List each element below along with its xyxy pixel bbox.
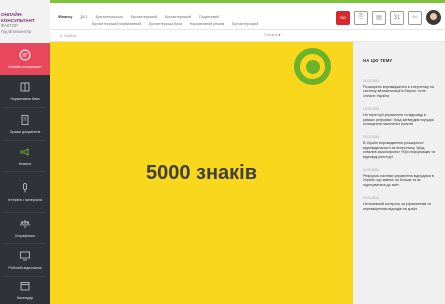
sidebar-item-document-samples[interactable]: Зразки документів <box>0 108 50 140</box>
sidebar-item-normative-base[interactable]: Нормативна база <box>0 75 50 107</box>
tab-item[interactable]: Бухгалтерський <box>232 22 258 26</box>
copy-icon[interactable]: ⎘ <box>354 10 368 25</box>
sidebar-item-label: Онлайн-консультант <box>7 64 43 69</box>
document-list-icon[interactable]: ▤ <box>372 10 386 25</box>
tab-item[interactable]: Податковий <box>199 15 219 19</box>
sidebar-item-work-rest[interactable]: Робочий відпочинок <box>0 244 50 276</box>
sidebar-item-label: Інтерв’ю і матеріали <box>8 197 42 202</box>
accent-line <box>50 0 445 3</box>
scissors-icon[interactable]: ✄ <box>408 10 422 25</box>
news-item[interactable]: 12.03.2024 В Україні впровадження розшир… <box>363 135 437 159</box>
sidebar-item-label: Робочий відпочинок <box>8 265 42 270</box>
sidebar-item-label: Штрафники <box>15 233 35 238</box>
related-news-panel: НА ЦЮ ТЕМУ 14.03.2024 Розширено впровадж… <box>353 42 445 304</box>
news-text: Реформа системи управління відходами в У… <box>363 174 434 187</box>
news-text: Неналежний контроль за утриманням та пер… <box>363 202 431 211</box>
search-bar: ⌕ Знайти Головна ▾ <box>50 30 445 42</box>
tab-item[interactable]: Нормативний режим <box>190 22 224 26</box>
sidebar-item-calendar[interactable]: Календар <box>0 277 50 304</box>
sidebar-item-news[interactable]: Новини <box>0 141 50 171</box>
tab-bar: Фінансу Дії 1 Бухгалтерського Бухгалтерс… <box>58 14 258 26</box>
sidebar-item-fines[interactable]: Штрафники <box>0 213 50 243</box>
toolbar-icons: CO ⎘ ▤ 31 ✄ <box>336 10 441 25</box>
search-input[interactable]: ⌕ Знайти <box>60 33 76 38</box>
tab-item[interactable]: Бухгалтерська база <box>149 22 182 26</box>
tab-item[interactable]: Бухгалтерський нормативний <box>92 22 141 26</box>
sidebar: ОНЛАЙН- КОНСУЛЬТАНТ ФАКТОР Гуд Вполкинте… <box>0 0 50 304</box>
news-date: 12.03.2024 <box>363 135 379 140</box>
calendar-day-icon[interactable]: 31 <box>390 10 404 25</box>
brand-line-4: Гуд Вполкинтер <box>1 28 32 34</box>
related-news-title: НА ЦЮ ТЕМУ <box>363 58 393 63</box>
calendar-icon <box>19 280 31 292</box>
megaphone-icon <box>19 146 31 158</box>
news-date: 11.03.2024 <box>363 168 379 173</box>
tab-item[interactable]: Бухгалтерський <box>165 15 191 19</box>
tab-item[interactable]: Дії 1 <box>80 15 87 19</box>
sidebar-item-label: Зразки документів <box>9 129 41 134</box>
monitor-icon <box>19 250 31 262</box>
news-date: 13.03.2024 <box>363 107 379 112</box>
microphone-icon <box>19 182 31 194</box>
document-icon <box>19 114 31 126</box>
tab-item[interactable]: Бухгалтерський <box>131 15 157 19</box>
chat-icon <box>19 49 31 61</box>
main-headline: 5000 знаків <box>145 162 258 184</box>
news-item[interactable]: 11.03.2024 Реформа системи управління ві… <box>363 168 437 187</box>
news-text: На території управління та відповіді в р… <box>363 113 434 127</box>
main-content: 5000 знаків <box>50 42 353 304</box>
sidebar-item-label: Новини <box>18 161 32 166</box>
sidebar-item-interviews[interactable]: Інтерв’ю і матеріали <box>0 172 50 212</box>
co-badge-icon[interactable]: CO <box>336 10 350 25</box>
tab-finance[interactable]: Фінансу <box>58 15 72 19</box>
news-item[interactable]: 10.03.2024 Неналежний контроль за утрима… <box>363 196 437 211</box>
news-item[interactable]: 13.03.2024 На території управління та ві… <box>363 107 437 126</box>
home-link[interactable]: Головна ▾ <box>264 33 280 37</box>
news-text: В Україні впровадження розширеної відпов… <box>363 141 435 159</box>
news-text: Розширено впровадження в енергетику на с… <box>363 85 434 98</box>
book-icon <box>19 81 31 93</box>
target-dot <box>305 59 320 74</box>
news-date: 10.03.2024 <box>363 196 379 201</box>
sidebar-item-label: Календар <box>16 296 34 301</box>
sidebar-item-label: Нормативна база <box>10 96 40 101</box>
news-item[interactable]: 14.03.2024 Розширено впровадження в енер… <box>363 79 437 98</box>
search-icon: ⌕ <box>60 33 63 38</box>
home-link-label: Головна <box>264 33 278 37</box>
sidebar-item-online-consultant[interactable]: Онлайн-консультант <box>0 43 50 75</box>
tab-item[interactable]: Бухгалтерського <box>96 15 123 19</box>
sidebar-nav: Онлайн-консультант Нормативна база Зразк… <box>0 43 50 304</box>
search-label: Знайти <box>64 34 77 38</box>
scale-icon <box>19 218 31 230</box>
avatar[interactable] <box>426 10 441 25</box>
news-date: 14.03.2024 <box>363 79 379 83</box>
brand-logo[interactable]: ОНЛАЙН- КОНСУЛЬТАНТ ФАКТОР Гуд Вполкинте… <box>0 0 50 43</box>
target-icon <box>294 48 331 85</box>
dropdown-icon: ▾ <box>278 33 281 37</box>
